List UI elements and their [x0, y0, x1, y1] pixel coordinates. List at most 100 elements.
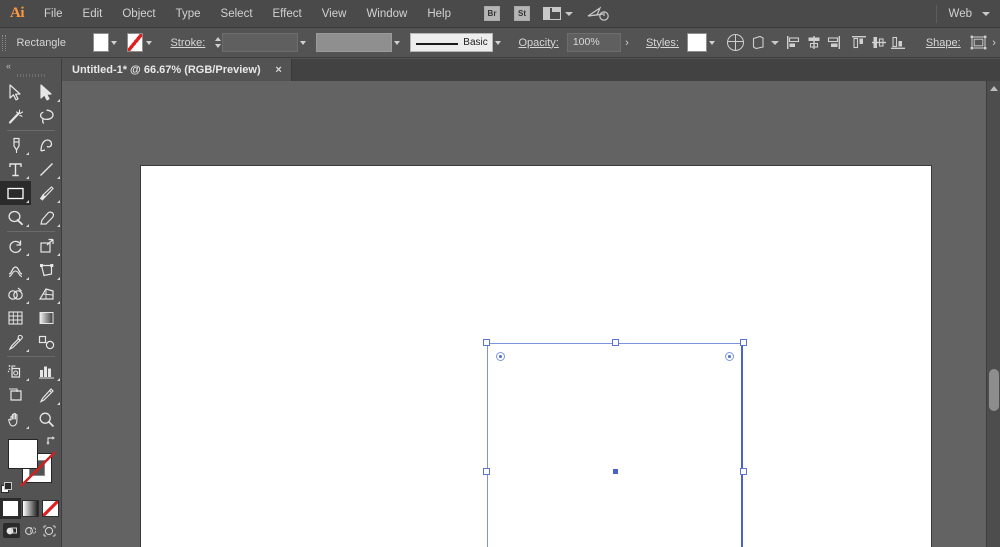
menu-type[interactable]: Type: [166, 0, 211, 28]
stroke-color-swatch[interactable]: [126, 33, 144, 52]
opacity-label[interactable]: Opacity:: [510, 37, 566, 49]
corner-widget-top-right[interactable]: [725, 352, 734, 361]
scroll-up-icon[interactable]: [987, 81, 1000, 95]
magic-wand-tool[interactable]: [0, 104, 31, 128]
color-mode-none[interactable]: [42, 500, 59, 517]
shape-options-button[interactable]: [969, 32, 988, 54]
rectangle-tool[interactable]: [0, 181, 31, 205]
document-tab[interactable]: Untitled-1* @ 66.67% (RGB/Preview) ×: [62, 59, 292, 81]
collapse-panel-icon[interactable]: «: [6, 61, 11, 71]
variable-width-profile-input[interactable]: [315, 33, 392, 52]
scale-tool[interactable]: [31, 234, 62, 258]
type-tool[interactable]: [0, 157, 31, 181]
pen-tool[interactable]: [0, 133, 31, 157]
paintbrush-tool[interactable]: [31, 181, 62, 205]
menu-help[interactable]: Help: [417, 0, 461, 28]
sync-settings-button[interactable]: [583, 5, 613, 23]
align-vertical-center-button[interactable]: [869, 32, 888, 54]
draw-inside-mode[interactable]: [41, 523, 58, 538]
chevron-down-icon[interactable]: [982, 11, 990, 16]
stroke-weight-input[interactable]: [221, 33, 298, 52]
styles-label[interactable]: Styles:: [638, 37, 687, 49]
menu-object[interactable]: Object: [112, 0, 165, 28]
graphic-style-swatch[interactable]: [686, 33, 707, 52]
artboard[interactable]: [140, 165, 932, 547]
eraser-tool[interactable]: [31, 205, 62, 229]
slice-tool[interactable]: [31, 383, 62, 407]
shaper-tool[interactable]: [0, 205, 31, 229]
symbol-sprayer-tool[interactable]: [0, 359, 31, 383]
stroke-color-dropdown[interactable]: [143, 33, 154, 52]
shape-builder-tool[interactable]: [0, 282, 31, 306]
gradient-tool[interactable]: [31, 306, 62, 330]
shape-label[interactable]: Shape:: [918, 37, 969, 49]
line-segment-tool[interactable]: [31, 157, 62, 181]
curvature-tool[interactable]: [31, 133, 62, 157]
color-mode-color[interactable]: [0, 498, 21, 519]
handle-top-center[interactable]: [611, 339, 619, 346]
width-tool[interactable]: [0, 258, 31, 282]
canvas-area[interactable]: [62, 81, 986, 547]
opacity-more-options[interactable]: ›: [621, 33, 633, 52]
stroke-weight-stepper[interactable]: [213, 34, 221, 52]
stock-button[interactable]: St: [511, 5, 533, 23]
menu-view[interactable]: View: [312, 0, 357, 28]
fill-color-dropdown[interactable]: [109, 33, 120, 52]
transform-button[interactable]: [752, 32, 780, 54]
opacity-input[interactable]: 100%: [566, 33, 622, 52]
free-transform-tool[interactable]: [31, 258, 62, 282]
perspective-grid-tool[interactable]: [31, 282, 62, 306]
recolor-artwork-button[interactable]: [726, 32, 745, 54]
direct-selection-tool[interactable]: [31, 80, 62, 104]
align-top-button[interactable]: [849, 32, 868, 54]
handle-middle-left[interactable]: [483, 467, 490, 475]
default-fill-stroke-icon[interactable]: [1, 482, 14, 495]
stroke-weight-dropdown[interactable]: [298, 33, 309, 52]
fill-color-swatch[interactable]: [92, 33, 109, 52]
handle-top-right[interactable]: [740, 339, 747, 346]
eyedropper-tool[interactable]: [0, 330, 31, 354]
mesh-tool[interactable]: [0, 306, 31, 330]
handle-middle-right[interactable]: [740, 467, 747, 475]
draw-normal-mode[interactable]: [3, 523, 20, 538]
arrange-documents-button[interactable]: [541, 5, 575, 23]
variable-width-dropdown[interactable]: [392, 33, 403, 52]
draw-behind-mode[interactable]: [22, 523, 39, 538]
align-right-button[interactable]: [823, 32, 842, 54]
menu-file[interactable]: File: [34, 0, 73, 28]
selection-tool[interactable]: [0, 80, 31, 104]
align-horizontal-center-button[interactable]: [804, 32, 823, 54]
stroke-weight-label[interactable]: Stroke:: [162, 37, 213, 49]
rotate-tool[interactable]: [0, 234, 31, 258]
canvas-vertical-scrollbar[interactable]: [986, 81, 1000, 547]
blend-tool[interactable]: [31, 330, 62, 354]
hand-tool[interactable]: [0, 407, 31, 431]
brush-definition-box[interactable]: Basic: [409, 33, 493, 52]
selection-bounding-box[interactable]: [483, 339, 747, 547]
menu-edit[interactable]: Edit: [73, 0, 113, 28]
swap-fill-stroke-icon[interactable]: [46, 435, 58, 447]
workspace-switcher[interactable]: Web: [943, 8, 978, 20]
close-icon[interactable]: ×: [273, 64, 285, 76]
lasso-tool[interactable]: [31, 104, 62, 128]
menu-window[interactable]: Window: [356, 0, 417, 28]
control-bar-overflow[interactable]: ›: [988, 33, 1000, 52]
handle-top-left[interactable]: [483, 339, 490, 346]
scrollbar-thumb[interactable]: [989, 369, 999, 411]
zoom-tool[interactable]: [31, 407, 62, 431]
artboard-tool[interactable]: [0, 383, 31, 407]
corner-widget-top-left[interactable]: [496, 352, 505, 361]
flyout-triangle-icon: [26, 277, 29, 280]
tools-panel-grip[interactable]: [0, 71, 61, 80]
menu-select[interactable]: Select: [211, 0, 263, 28]
graphic-style-dropdown[interactable]: [707, 33, 718, 52]
fill-color-indicator[interactable]: [8, 439, 38, 469]
bridge-button[interactable]: Br: [481, 5, 503, 23]
align-left-button[interactable]: [784, 32, 803, 54]
color-mode-gradient[interactable]: [22, 500, 39, 517]
control-bar-grip[interactable]: [0, 28, 8, 58]
column-graph-tool[interactable]: [31, 359, 62, 383]
brush-definition-dropdown[interactable]: [493, 33, 504, 52]
align-bottom-button[interactable]: [888, 32, 907, 54]
menu-effect[interactable]: Effect: [263, 0, 312, 28]
